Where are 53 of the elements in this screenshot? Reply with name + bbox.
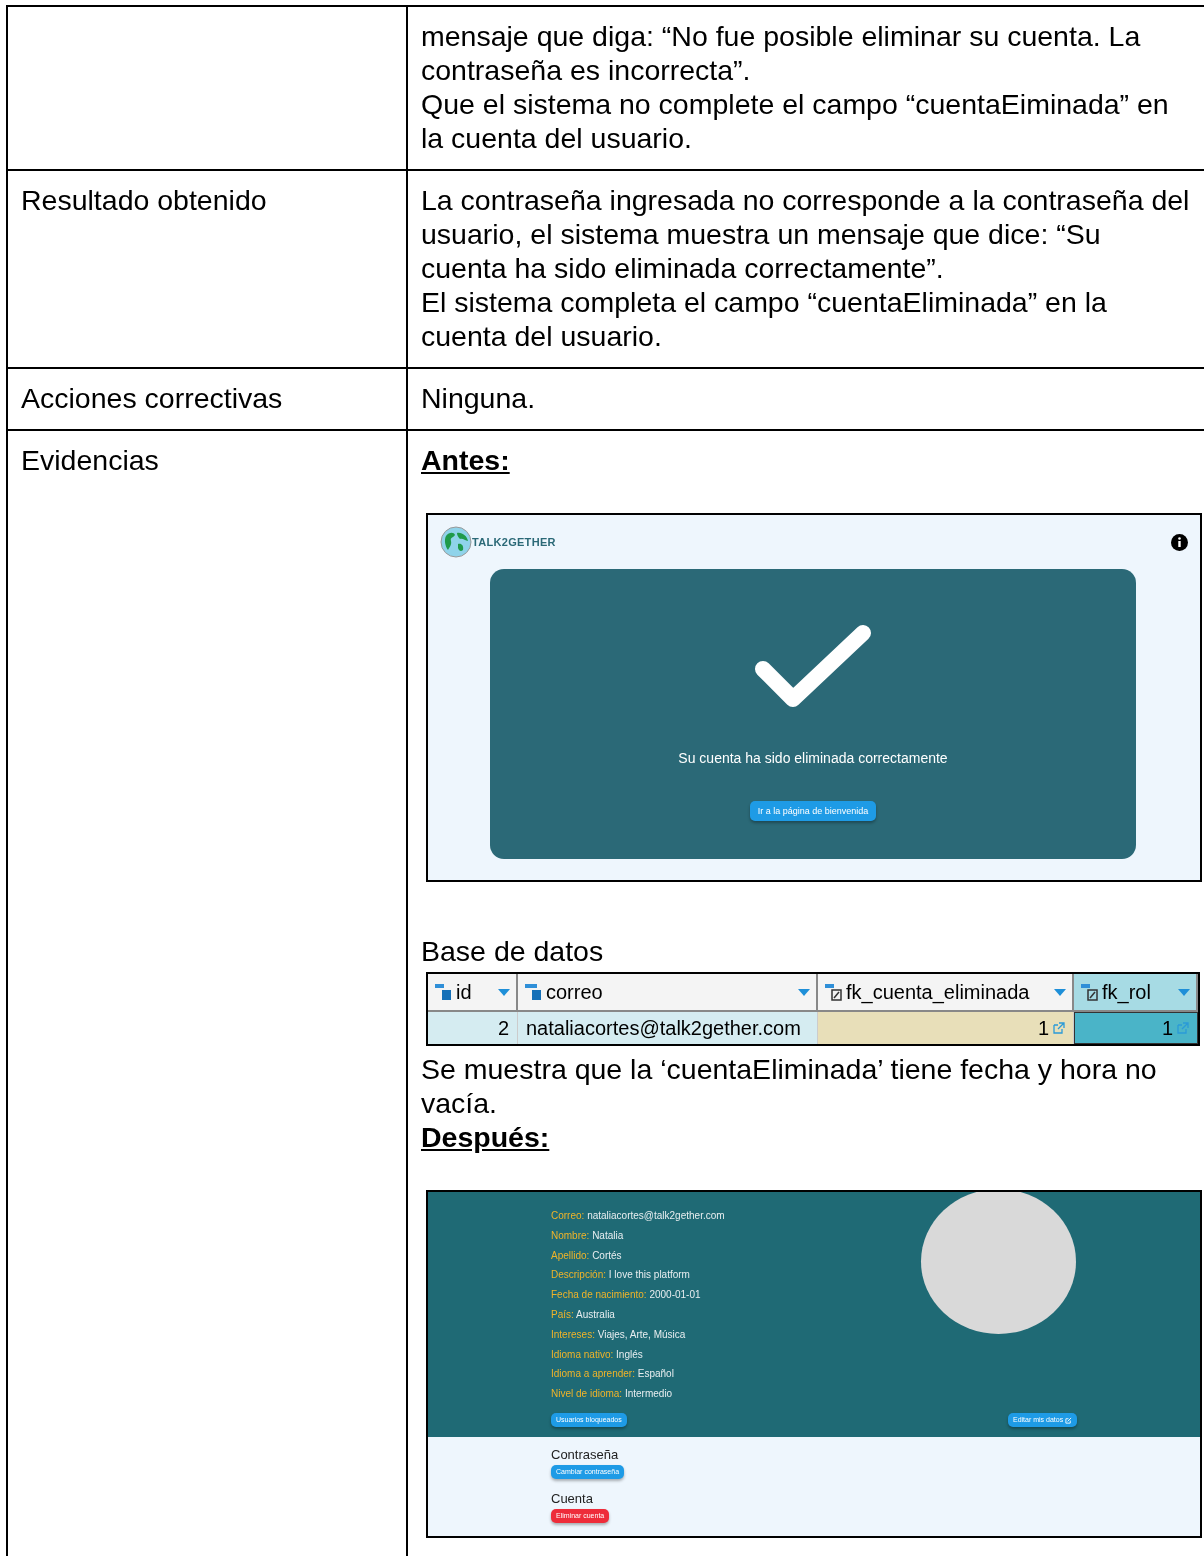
cell-value: 2 [497, 1016, 509, 1040]
section-title: Cuenta [551, 1491, 594, 1507]
profile-field: Fecha de nacimiento: 2000-01-01 [551, 1289, 725, 1302]
column-name: fk_rol [1102, 980, 1152, 1004]
paragraph: Se muestra que la ‘cuentaEliminada’ tiene fecha y hora no vacía. [421, 1052, 1158, 1120]
dropdown-caret-icon [798, 988, 810, 996]
number-type-icon [434, 982, 454, 1002]
info-icon [1171, 533, 1188, 551]
profile-field: Nombre: Natalia [551, 1229, 725, 1242]
paragraph: Base de datos [421, 934, 605, 968]
paragraph: La contraseña ingresada no corresponde a la contraseña del usuario, el sistema muestra un mensaje que dice: “Su cuenta ha sido eliminada correctamente”. [421, 183, 1191, 285]
section-heading: Antes: [421, 443, 510, 477]
label-cell: Evidencias [6, 431, 406, 1556]
cell-value: nataliacortes@talk2gether.com [526, 1016, 801, 1040]
profile-field: Idioma nativo: Inglés [551, 1348, 725, 1361]
dropdown-caret-icon [1178, 988, 1190, 996]
column-name: id [456, 980, 473, 1004]
dropdown-caret-icon [1054, 988, 1066, 996]
reference-type-icon [824, 982, 844, 1002]
brand-name: TALK2GETHER [472, 535, 556, 550]
success-message: Su cuenta ha sido eliminada correctamente [678, 749, 948, 767]
column-header[interactable]: fk_cuenta_eliminada [818, 974, 1074, 1012]
paragraph: mensaje que diga: “No fue posible eliminar su cuenta. La contraseña es incorrecta”. [421, 19, 1142, 87]
column-name: correo [546, 980, 604, 1004]
section-title: Contraseña [551, 1447, 620, 1463]
paragraph: Que el sistema no complete el campo “cuentaEiminada” en la cuenta del usuario. [421, 87, 1170, 155]
edit-icon [1065, 1416, 1073, 1424]
paragraph: Ninguna. [421, 381, 537, 415]
external-link-icon [1053, 1022, 1065, 1034]
external-link-icon [1177, 1022, 1189, 1034]
globe-logo-icon [440, 526, 472, 558]
profile-field: Nivel de idioma: Intermedio [551, 1388, 725, 1401]
welcome-page-button[interactable]: Ir a la página de bienvenida [749, 801, 877, 821]
column-header[interactable]: fk_rol [1074, 974, 1198, 1012]
column-name: fk_cuenta_eliminada [846, 980, 1031, 1004]
column-header[interactable]: correo [518, 974, 818, 1012]
label-cell: Acciones correctivas [6, 369, 406, 431]
profile-field: País: Australia [551, 1309, 725, 1321]
profile-field: Idioma a aprender: Español [551, 1368, 725, 1381]
dropdown-caret-icon [498, 988, 510, 996]
profile-field: Intereses: Viajes, Arte, Música [551, 1328, 725, 1341]
reference-type-icon [1080, 982, 1100, 1002]
cell-value: 1 [1037, 1016, 1049, 1040]
column-header[interactable]: id [428, 974, 518, 1012]
cell-value: 1 [1161, 1016, 1173, 1040]
profile-field: Descripción: I love this platform [551, 1269, 725, 1282]
profile-field: Apellido: Cortés [551, 1249, 725, 1262]
label-cell: Resultado obtenido [6, 171, 406, 369]
profile-field: Correo: nataliacortes@talk2gether.com [551, 1210, 725, 1222]
checkmark-icon [753, 623, 873, 709]
section-heading: Después: [421, 1120, 550, 1154]
paragraph: El sistema completa el campo “cuentaEliminada” en la cuenta del usuario. [421, 285, 1108, 353]
text-type-icon [524, 982, 544, 1002]
